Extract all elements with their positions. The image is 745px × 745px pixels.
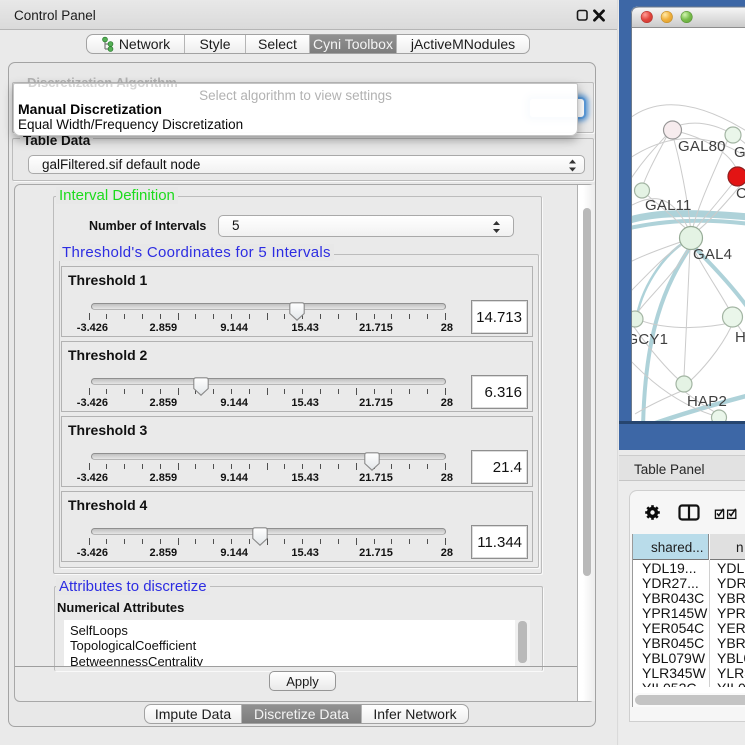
svg-text:C: C xyxy=(736,185,745,202)
svg-text:HAP2: HAP2 xyxy=(687,393,727,410)
svg-text:GAL11: GAL11 xyxy=(645,197,692,214)
svg-text:GAL80: GAL80 xyxy=(678,138,726,155)
svg-text:GA: GA xyxy=(734,144,745,161)
svg-text:GAL4: GAL4 xyxy=(693,246,732,263)
svg-text:HI: HI xyxy=(735,329,745,346)
svg-text:GCY1: GCY1 xyxy=(631,331,668,348)
